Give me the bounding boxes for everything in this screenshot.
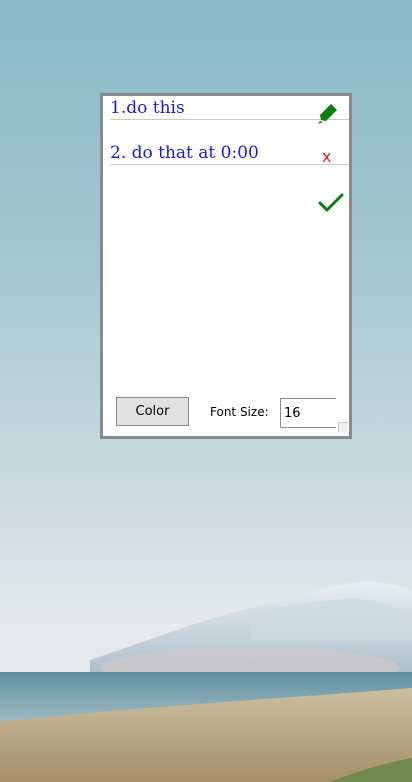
- pen-icon[interactable]: [316, 101, 340, 125]
- resize-grip[interactable]: [338, 422, 348, 432]
- check-icon[interactable]: [317, 192, 345, 214]
- font-size-label: Font Size:: [210, 405, 269, 419]
- close-icon[interactable]: x: [322, 147, 331, 167]
- note-line-1[interactable]: 1.do this: [110, 97, 349, 120]
- note-line-2[interactable]: 2. do that at 0:00: [110, 142, 349, 165]
- font-size-input[interactable]: [280, 398, 336, 428]
- color-button[interactable]: Color: [116, 397, 189, 426]
- sticky-note-window: 1.do this 2. do that at 0:00 x Color Fon…: [100, 93, 352, 439]
